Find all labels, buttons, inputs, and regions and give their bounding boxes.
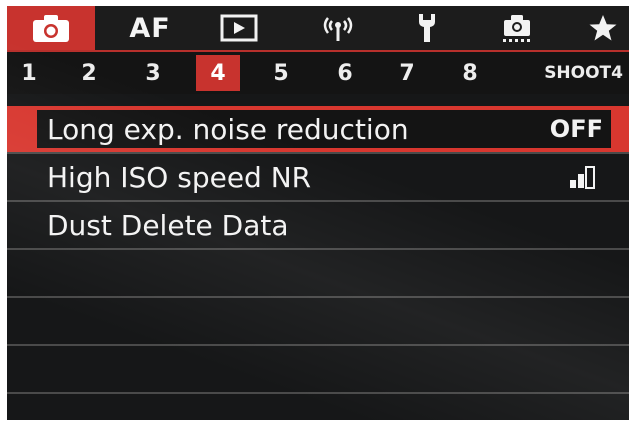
page-selector: 1 2 3 4 5 6 7 8 SHOOT4 bbox=[7, 52, 629, 94]
page-8[interactable]: 8 bbox=[448, 55, 492, 91]
tab-af[interactable]: AF bbox=[106, 6, 194, 50]
menu-item-long-exp-nr[interactable]: Long exp. noise reduction OFF bbox=[7, 106, 629, 154]
af-tab-label: AF bbox=[129, 12, 171, 44]
nr-level-icon bbox=[570, 166, 595, 189]
star-icon bbox=[589, 15, 617, 41]
tab-shooting[interactable] bbox=[7, 6, 95, 50]
playback-icon bbox=[220, 14, 258, 42]
camera-menu-screen: AF 1 2 3 4 5 6 7 8 SHOOT4 Long exp. nois… bbox=[7, 6, 629, 420]
menu-item-label: High ISO speed NR bbox=[47, 160, 312, 194]
menu-item-high-iso-nr[interactable]: High ISO speed NR bbox=[7, 154, 629, 202]
tab-playback[interactable] bbox=[195, 6, 283, 50]
tab-my-menu[interactable] bbox=[559, 6, 629, 50]
tab-custom-functions[interactable] bbox=[473, 6, 561, 50]
custom-function-icon bbox=[503, 15, 530, 42]
wrench-icon bbox=[419, 14, 435, 42]
menu-tab-bar: AF bbox=[7, 6, 629, 52]
page-1[interactable]: 1 bbox=[7, 55, 51, 91]
page-7[interactable]: 7 bbox=[385, 55, 429, 91]
menu-item-empty bbox=[7, 394, 629, 420]
page-5[interactable]: 5 bbox=[259, 55, 303, 91]
wireless-icon bbox=[323, 17, 353, 41]
page-2[interactable]: 2 bbox=[67, 55, 111, 91]
camera-icon bbox=[33, 15, 69, 42]
menu-item-empty bbox=[7, 298, 629, 346]
menu-item-empty bbox=[7, 346, 629, 394]
page-4[interactable]: 4 bbox=[196, 55, 240, 91]
page-3[interactable]: 3 bbox=[131, 55, 175, 91]
menu-item-value: OFF bbox=[549, 115, 603, 143]
menu-section-name: SHOOT4 bbox=[544, 63, 623, 83]
tab-setup[interactable] bbox=[383, 6, 471, 50]
tab-wireless[interactable] bbox=[294, 6, 382, 50]
menu-item-empty bbox=[7, 250, 629, 298]
menu-item-dust-delete-data[interactable]: Dust Delete Data bbox=[7, 202, 629, 250]
menu-item-label: Dust Delete Data bbox=[47, 208, 289, 242]
page-6[interactable]: 6 bbox=[323, 55, 367, 91]
menu-item-label: Long exp. noise reduction bbox=[47, 112, 409, 146]
